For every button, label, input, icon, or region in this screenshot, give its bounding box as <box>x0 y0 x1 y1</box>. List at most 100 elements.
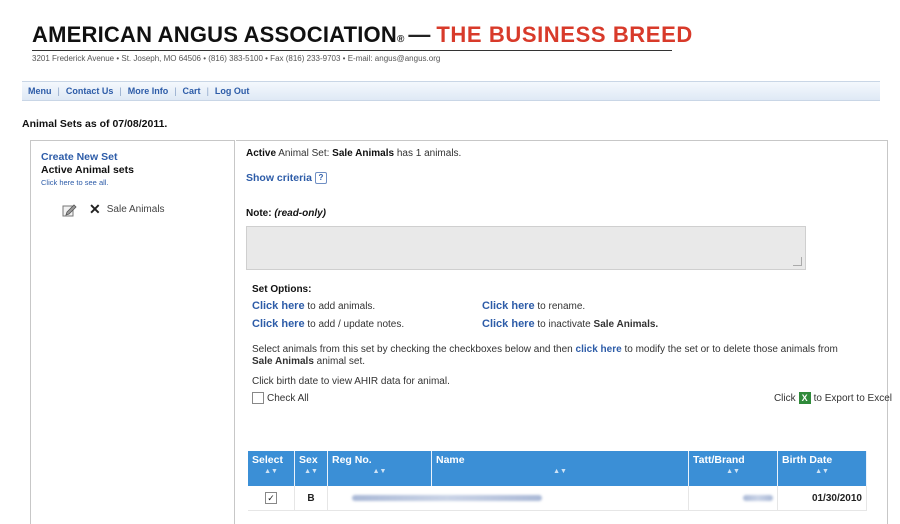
nav-separator: | <box>119 86 122 96</box>
rename-text: to rename. <box>537 301 586 312</box>
col-name-label: Name <box>436 454 465 466</box>
site-header: AMERICAN ANGUS ASSOCIATION ® — THE BUSINE… <box>32 22 882 63</box>
option-add-animals: Click here to add animals. <box>252 300 482 312</box>
select-instr-text-2: to modify the set or to delete those ani… <box>624 344 838 355</box>
nav-log-out[interactable]: Log Out <box>215 86 250 96</box>
select-instr-text-1: Select animals from this set by checking… <box>252 344 573 355</box>
check-all-label: Check All <box>267 392 309 404</box>
row-checkbox[interactable]: ✓ <box>265 492 277 504</box>
option-add-notes: Click here to add / update notes. <box>252 318 482 330</box>
birth-date-link[interactable]: 01/30/2010 <box>777 486 867 511</box>
check-all-checkbox[interactable] <box>252 392 264 404</box>
tatt-brand-cell <box>688 486 778 511</box>
page-heading: Animal Sets as of 07/08/2011. <box>22 118 168 130</box>
table-controls: Check All Click X to Export to Excel <box>252 392 892 404</box>
add-animals-link[interactable]: Click here <box>252 300 305 312</box>
active-sets-label: Active Animal sets <box>41 164 134 176</box>
col-name[interactable]: Name ▲▼ <box>431 451 689 486</box>
option-rename: Click here to rename. <box>482 300 732 312</box>
inactivate-link[interactable]: Click here <box>482 318 535 330</box>
modify-set-link[interactable]: click here <box>576 344 622 355</box>
export-prefix: Click <box>773 392 796 404</box>
export-suffix: to Export to Excel <box>813 392 892 404</box>
note-label: Note: (read-only) <box>246 208 887 219</box>
tagline: THE BUSINESS BREED <box>436 22 693 47</box>
add-notes-link[interactable]: Click here <box>252 318 305 330</box>
header-rule <box>32 50 672 51</box>
redacted-tatt-brand <box>743 494 773 501</box>
active-label: Active <box>246 148 277 159</box>
col-sex[interactable]: Sex ▲▼ <box>294 451 328 486</box>
nav-more-info[interactable]: More Info <box>128 86 169 96</box>
reg-name-cell <box>327 486 689 511</box>
site-title[interactable]: AMERICAN ANGUS ASSOCIATION ® — THE BUSINE… <box>32 22 882 48</box>
option-inactivate: Click here to inactivate Sale Animals. <box>482 318 732 330</box>
title-dash: — <box>408 22 431 47</box>
registered-mark: ® <box>396 34 405 45</box>
sidebar: Create New Set Active Animal sets Click … <box>30 140 235 524</box>
rename-link[interactable]: Click here <box>482 300 535 312</box>
set-name-link[interactable]: Sale Animals <box>107 204 165 215</box>
set-options: Set Options: Click here to add animals. … <box>252 284 887 330</box>
animals-table: Select ▲▼ Sex ▲▼ Reg No. ▲▼ Name ▲▼ Tatt/Bra… <box>248 451 867 511</box>
col-select-label: Select <box>252 454 283 466</box>
sort-icon[interactable]: ▲▼ <box>332 468 427 475</box>
resize-grip-icon <box>793 257 802 266</box>
nav-menu[interactable]: Menu <box>28 86 52 96</box>
edit-icon[interactable] <box>61 202 77 218</box>
select-instr-set-name: Sale Animals <box>252 356 314 367</box>
redacted-reg-name <box>352 494 542 501</box>
see-all-link[interactable]: Click here to see all. <box>41 178 234 187</box>
title-main: AMERICAN ANGUS ASSOCIATION <box>32 22 397 47</box>
col-sex-label: Sex <box>299 454 318 466</box>
set-options-title: Set Options: <box>252 284 312 295</box>
info-icon[interactable]: ? <box>314 172 327 184</box>
table-header-row: Select ▲▼ Sex ▲▼ Reg No. ▲▼ Name ▲▼ Tatt/Bra… <box>248 451 867 486</box>
sort-icon[interactable]: ▲▼ <box>782 468 862 475</box>
export-to-excel: Click X to Export to Excel <box>774 392 892 404</box>
col-birth-date[interactable]: Birth Date ▲▼ <box>777 451 867 486</box>
active-set-summary: Active Animal Set: Sale Animals has 1 an… <box>246 148 887 159</box>
col-reg-no-label: Reg No. <box>332 454 372 466</box>
nav-cart[interactable]: Cart <box>183 86 201 96</box>
nav-contact-us[interactable]: Contact Us <box>66 86 114 96</box>
add-notes-text: to add / update notes. <box>307 319 405 330</box>
select-cell: ✓ <box>248 486 295 511</box>
col-reg-no[interactable]: Reg No. ▲▼ <box>327 451 432 486</box>
top-nav: Menu | Contact Us | More Info | Cart | L… <box>22 81 880 101</box>
nav-separator: | <box>57 86 60 96</box>
active-set-name: Sale Animals <box>332 148 395 159</box>
nav-separator: | <box>174 86 177 96</box>
show-criteria-label: Show criteria <box>246 172 312 184</box>
create-new-set-link[interactable]: Create New Set <box>41 151 234 163</box>
sort-icon[interactable]: ▲▼ <box>299 468 323 475</box>
note-label-text: Note: <box>246 208 272 219</box>
address-line: 3201 Frederick Avenue • St. Joseph, MO 6… <box>32 54 441 63</box>
sex-cell: B <box>294 486 328 511</box>
page: AMERICAN ANGUS ASSOCIATION ® — THE BUSINE… <box>0 0 900 524</box>
main-panel: Active Animal Set: Sale Animals has 1 an… <box>236 140 892 524</box>
excel-icon[interactable]: X <box>798 392 811 404</box>
show-criteria-link[interactable]: Show criteria ? <box>246 172 887 184</box>
col-select[interactable]: Select ▲▼ <box>248 451 295 486</box>
table-row: ✓ B 01/30/2010 <box>248 486 867 511</box>
inactivate-text: to inactivate <box>537 319 591 330</box>
add-animals-text: to add animals. <box>307 301 376 312</box>
set-options-grid: Click here to add animals. Click here to… <box>252 300 887 330</box>
select-instructions: Select animals from this set by checking… <box>252 344 842 368</box>
birth-date-instructions: Click birth date to view AHIR data for a… <box>252 376 450 387</box>
sort-icon[interactable]: ▲▼ <box>693 468 773 475</box>
sort-icon[interactable]: ▲▼ <box>436 468 684 475</box>
note-textarea <box>246 226 806 270</box>
nav-separator: | <box>206 86 209 96</box>
active-mid: Animal Set: <box>278 148 330 159</box>
active-count: has 1 animals. <box>396 148 462 159</box>
col-tatt-brand[interactable]: Tatt/Brand ▲▼ <box>688 451 778 486</box>
col-tatt-brand-label: Tatt/Brand <box>693 454 745 466</box>
set-list-item: ✕ Sale Animals <box>61 201 234 218</box>
select-instr-text-3: animal set. <box>316 356 366 367</box>
check-all-control[interactable]: Check All <box>252 392 309 404</box>
delete-icon[interactable]: ✕ <box>89 201 101 218</box>
sort-icon[interactable]: ▲▼ <box>252 468 290 475</box>
col-birth-date-label: Birth Date <box>782 454 833 466</box>
